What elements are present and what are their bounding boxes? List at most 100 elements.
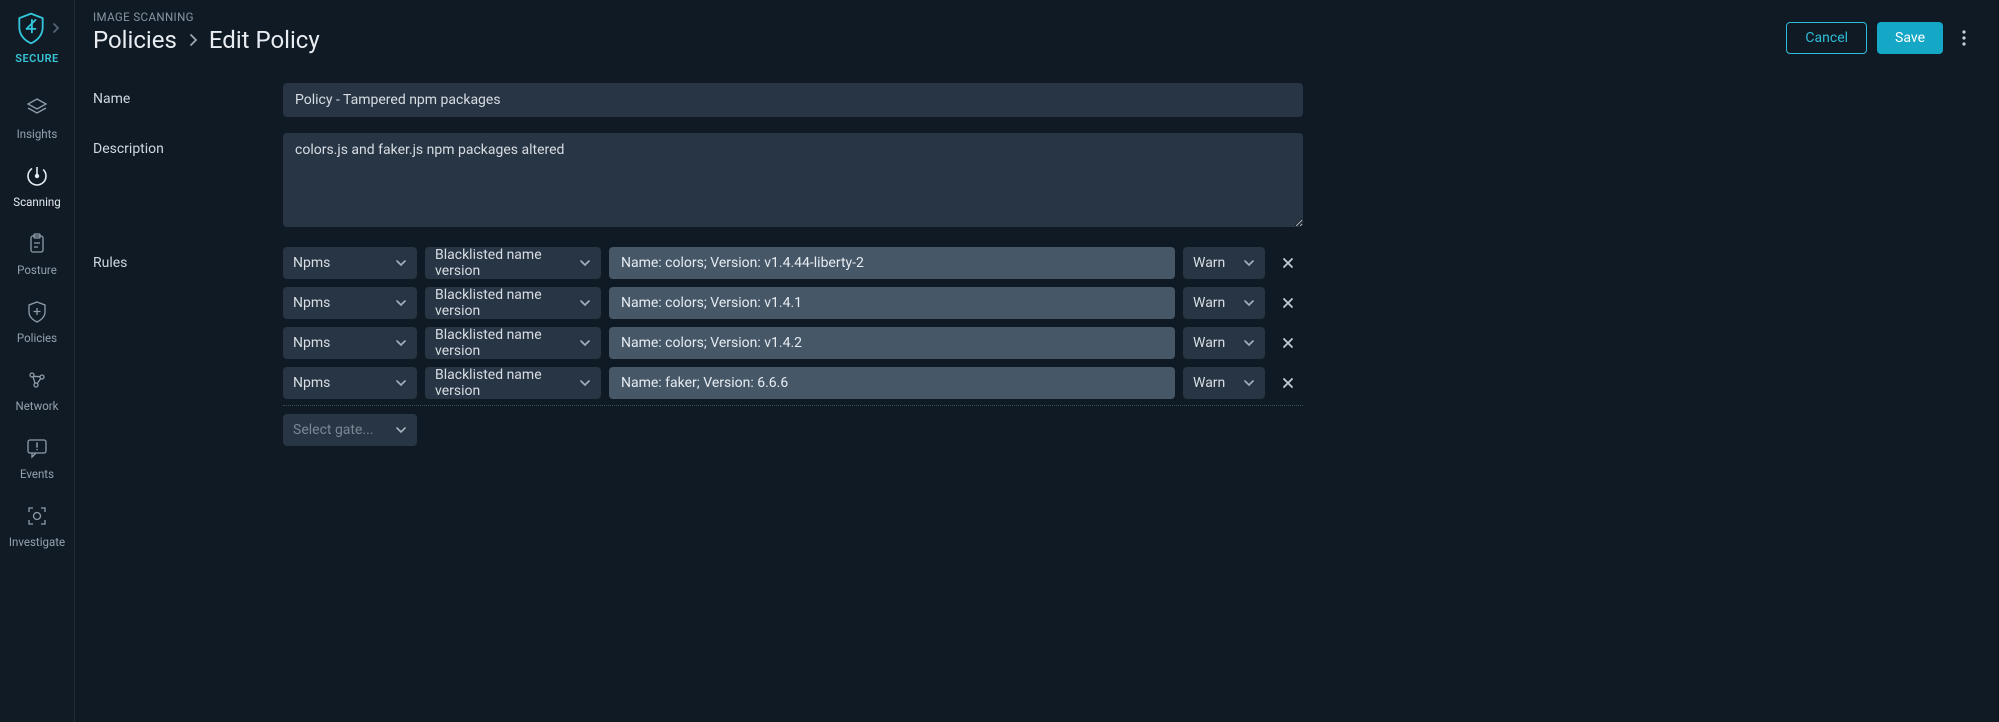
rule-row: Npms Blacklisted name version Name: colors… — [283, 247, 1303, 279]
sidebar-item-label: Events — [20, 467, 54, 481]
close-icon — [1281, 296, 1295, 310]
sidebar-item-scanning[interactable]: Scanning — [0, 151, 74, 219]
network-icon — [24, 367, 50, 393]
close-icon — [1281, 336, 1295, 350]
rules-divider — [283, 405, 1303, 406]
rule-action-value: Warn — [1193, 255, 1225, 271]
chevron-down-icon — [1243, 259, 1255, 267]
chevron-down-icon — [1243, 339, 1255, 347]
chevron-down-icon — [579, 379, 591, 387]
rule-params-value: Name: colors; Version: v1.4.44-liberty-2 — [621, 255, 864, 271]
rule-trigger-select[interactable]: Blacklisted name version — [425, 287, 601, 319]
rule-params-field[interactable]: Name: colors; Version: v1.4.2 — [609, 327, 1175, 359]
description-input[interactable] — [283, 133, 1303, 227]
rule-delete-button[interactable] — [1273, 367, 1303, 399]
save-button[interactable]: Save — [1877, 22, 1943, 54]
clipboard-icon — [24, 231, 50, 257]
rule-action-select[interactable]: Warn — [1183, 247, 1265, 279]
sidebar-item-posture[interactable]: Posture — [0, 219, 74, 287]
rule-delete-button[interactable] — [1273, 327, 1303, 359]
radar-icon — [24, 163, 50, 189]
rule-trigger-value: Blacklisted name version — [435, 247, 571, 279]
rule-row: Npms Blacklisted name version Name: colors… — [283, 327, 1303, 359]
rule-action-value: Warn — [1193, 295, 1225, 311]
sidebar-item-label: Network — [16, 399, 59, 413]
breadcrumb-root[interactable]: Policies — [93, 26, 177, 54]
close-icon — [1281, 256, 1295, 270]
rule-trigger-select[interactable]: Blacklisted name version — [425, 367, 601, 399]
shield-plus-icon — [24, 299, 50, 325]
rule-trigger-select[interactable]: Blacklisted name version — [425, 247, 601, 279]
chevron-right-icon — [51, 22, 61, 34]
sidebar-item-label: Posture — [17, 263, 57, 277]
sidebar-item-policies[interactable]: Policies — [0, 287, 74, 355]
sidebar-item-label: Policies — [17, 331, 57, 345]
chevron-down-icon — [1243, 379, 1255, 387]
chevron-down-icon — [579, 259, 591, 267]
sidebar-item-label: Insights — [17, 127, 58, 141]
rules-label: Rules — [93, 247, 283, 446]
alert-message-icon — [24, 435, 50, 461]
focus-icon — [24, 503, 50, 529]
rule-gate-value: Npms — [293, 255, 330, 271]
brand-label: SECURE — [15, 52, 59, 65]
sidebar-item-investigate[interactable]: Investigate — [0, 491, 74, 559]
description-label: Description — [93, 133, 283, 231]
name-input[interactable] — [283, 83, 1303, 117]
section-label: IMAGE SCANNING — [93, 10, 1786, 24]
chevron-right-icon — [187, 32, 199, 48]
rule-action-select[interactable]: Warn — [1183, 287, 1265, 319]
rule-row: Npms Blacklisted name version Name: colors… — [283, 287, 1303, 319]
rule-gate-value: Npms — [293, 335, 330, 351]
chevron-down-icon — [579, 339, 591, 347]
sidebar-item-events[interactable]: Events — [0, 423, 74, 491]
rule-gate-select[interactable]: Npms — [283, 367, 417, 399]
rule-gate-value: Npms — [293, 375, 330, 391]
main-content: IMAGE SCANNING Policies Edit Policy Canc… — [75, 0, 1999, 722]
sidebar: SECURE Insights Scanning Posture — [0, 0, 75, 722]
rule-gate-value: Npms — [293, 295, 330, 311]
rule-action-select[interactable]: Warn — [1183, 327, 1265, 359]
sidebar-item-label: Scanning — [13, 195, 60, 209]
rule-params-field[interactable]: Name: faker; Version: 6.6.6 — [609, 367, 1175, 399]
rule-params-value: Name: colors; Version: v1.4.1 — [621, 295, 802, 311]
chevron-down-icon — [395, 426, 407, 434]
rule-gate-select[interactable]: Npms — [283, 327, 417, 359]
rules-list: Npms Blacklisted name version Name: colors… — [283, 247, 1303, 399]
rule-row: Npms Blacklisted name version Name: faker;… — [283, 367, 1303, 399]
rule-params-value: Name: colors; Version: v1.4.2 — [621, 335, 802, 351]
sidebar-item-label: Investigate — [9, 535, 65, 549]
kebab-icon — [1962, 30, 1966, 46]
rule-gate-select[interactable]: Npms — [283, 287, 417, 319]
rule-trigger-select[interactable]: Blacklisted name version — [425, 327, 601, 359]
add-gate-placeholder: Select gate... — [293, 422, 374, 438]
rule-action-value: Warn — [1193, 335, 1225, 351]
rule-delete-button[interactable] — [1273, 247, 1303, 279]
name-label: Name — [93, 83, 283, 117]
rule-delete-button[interactable] — [1273, 287, 1303, 319]
chevron-down-icon — [395, 259, 407, 267]
chevron-down-icon — [395, 299, 407, 307]
cancel-button[interactable]: Cancel — [1786, 22, 1867, 54]
chevron-down-icon — [1243, 299, 1255, 307]
layers-icon — [24, 95, 50, 121]
more-actions-button[interactable] — [1953, 22, 1975, 54]
breadcrumb: Policies Edit Policy — [93, 26, 1786, 54]
app-brand[interactable]: SECURE — [13, 10, 61, 65]
add-gate-select[interactable]: Select gate... — [283, 414, 417, 446]
rule-action-value: Warn — [1193, 375, 1225, 391]
rule-params-field[interactable]: Name: colors; Version: v1.4.44-liberty-2 — [609, 247, 1175, 279]
brand-shield-icon — [13, 10, 49, 46]
sidebar-item-insights[interactable]: Insights — [0, 83, 74, 151]
breadcrumb-current: Edit Policy — [209, 26, 320, 54]
chevron-down-icon — [579, 299, 591, 307]
chevron-down-icon — [395, 339, 407, 347]
sidebar-item-network[interactable]: Network — [0, 355, 74, 423]
page-header: IMAGE SCANNING Policies Edit Policy Canc… — [75, 0, 1999, 73]
chevron-down-icon — [395, 379, 407, 387]
rule-gate-select[interactable]: Npms — [283, 247, 417, 279]
rule-params-field[interactable]: Name: colors; Version: v1.4.1 — [609, 287, 1175, 319]
rule-params-value: Name: faker; Version: 6.6.6 — [621, 375, 788, 391]
rule-trigger-value: Blacklisted name version — [435, 287, 571, 319]
rule-action-select[interactable]: Warn — [1183, 367, 1265, 399]
